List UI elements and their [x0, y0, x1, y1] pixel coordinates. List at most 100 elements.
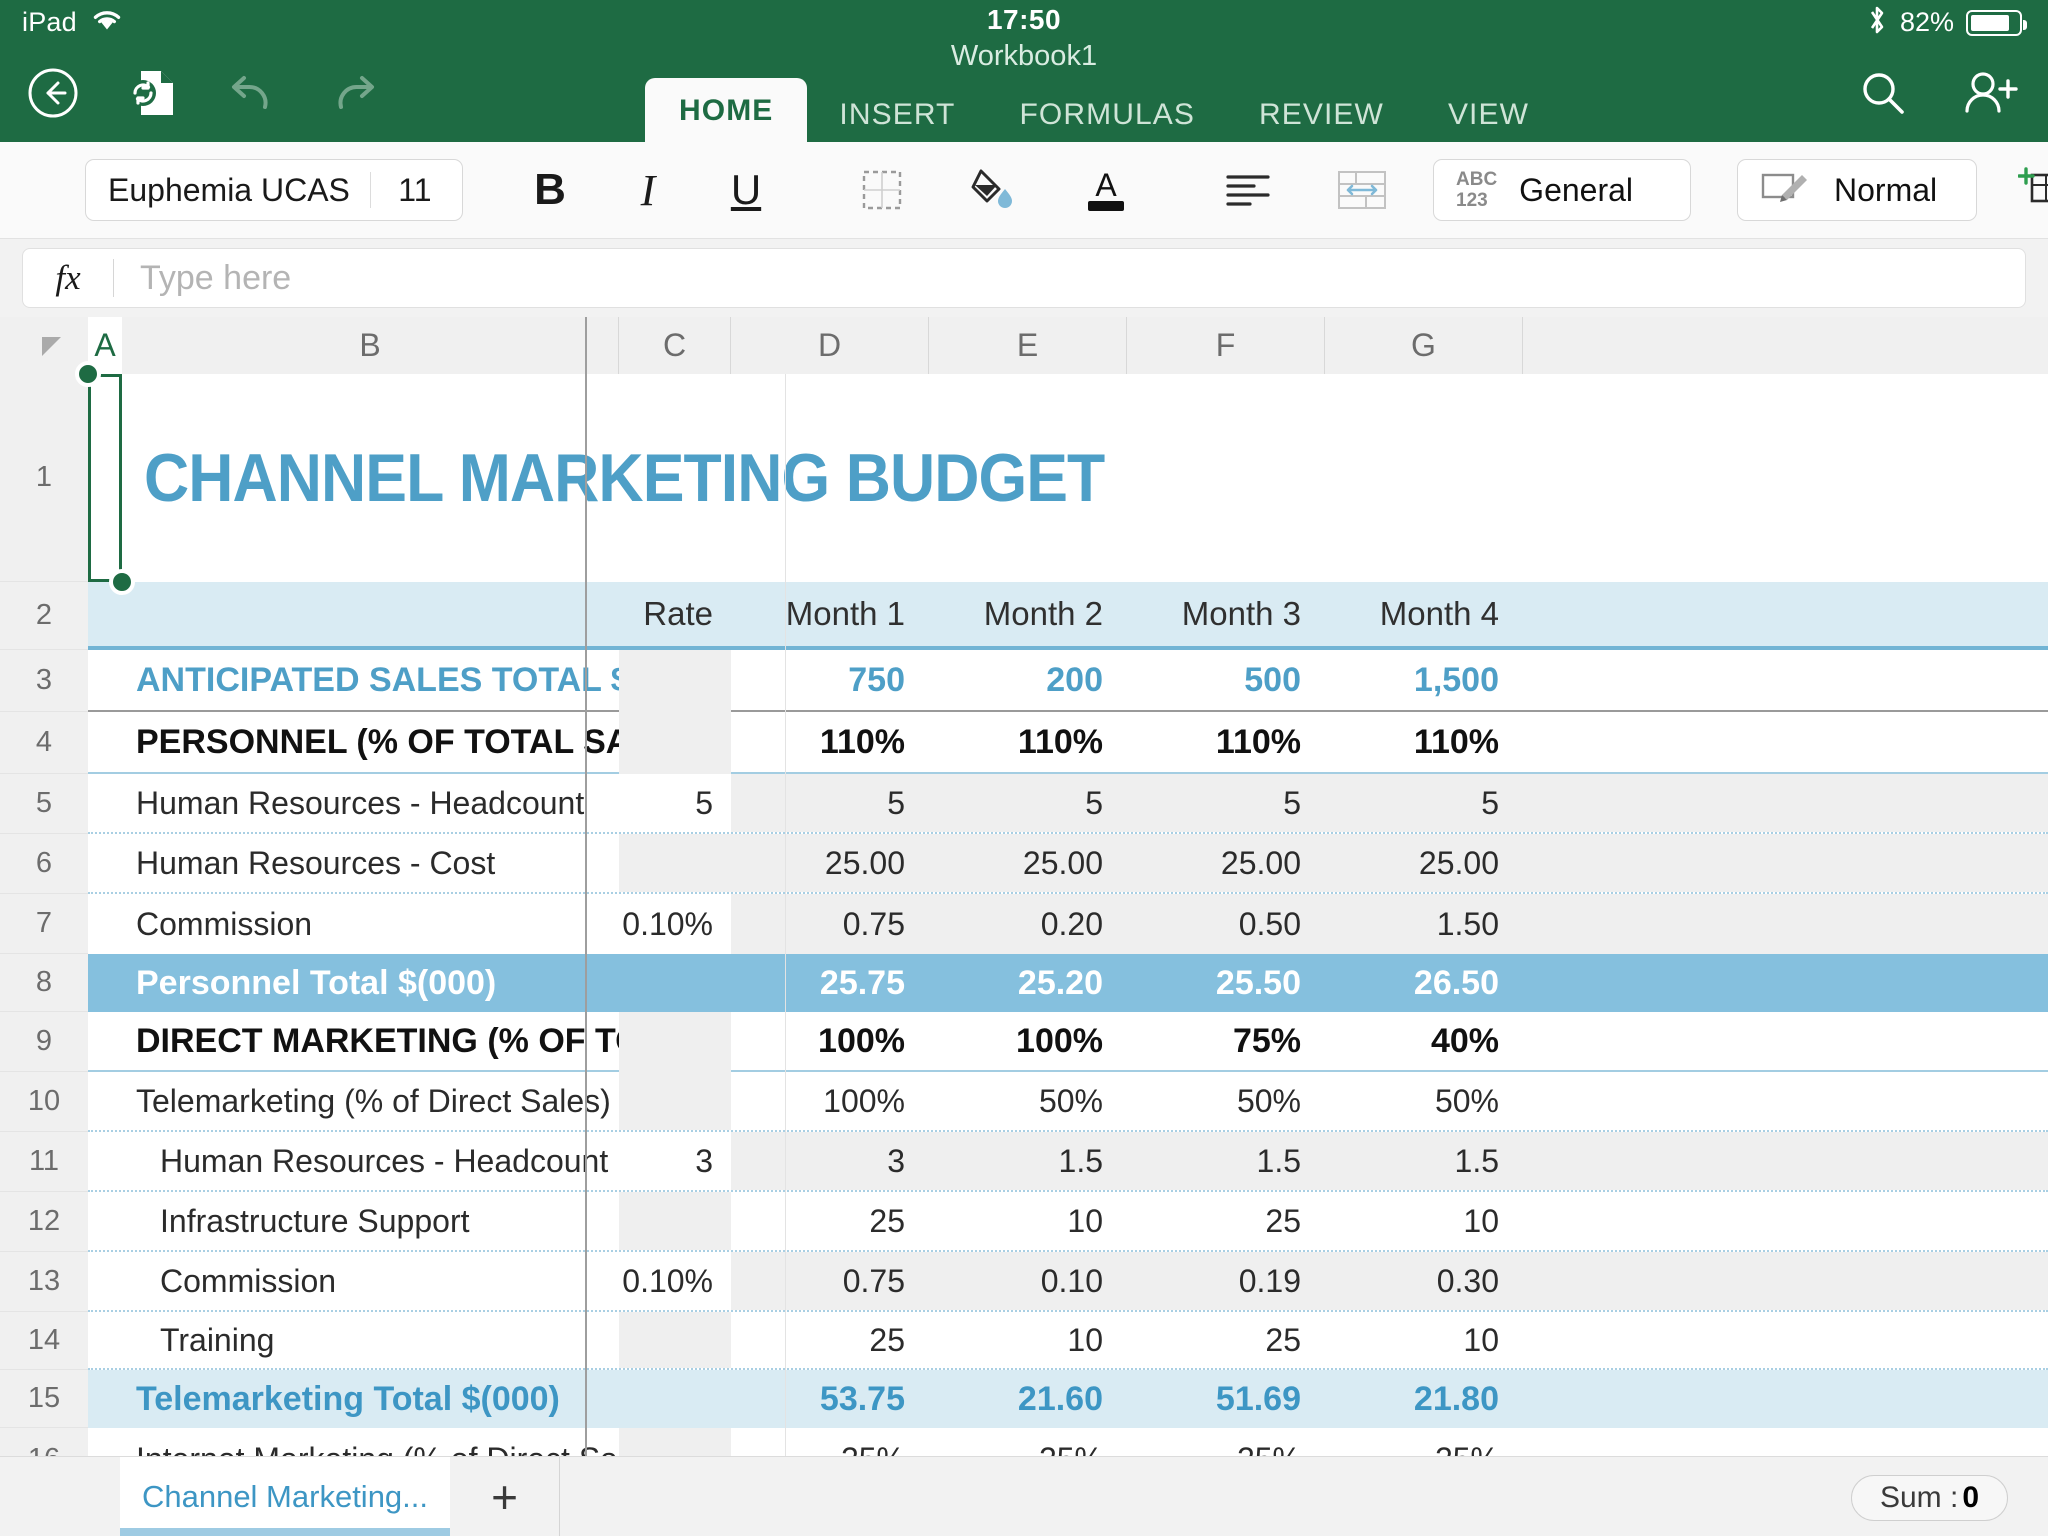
row-header-14[interactable]: 14: [0, 1312, 88, 1370]
cell-f8[interactable]: 25.50: [1127, 954, 1325, 1012]
cell-c2[interactable]: Rate: [619, 582, 731, 646]
cell-c10[interactable]: [619, 1072, 731, 1130]
formula-input[interactable]: Type here: [114, 259, 291, 298]
row-header-11[interactable]: 11: [0, 1132, 88, 1192]
align-left-icon[interactable]: [1213, 155, 1283, 225]
cell-f14[interactable]: 25: [1127, 1312, 1325, 1368]
sheet-tab-channel-marketing[interactable]: Channel Marketing...: [120, 1457, 450, 1536]
sheet-row-12[interactable]: Infrastructure Support 25 10 25 10: [88, 1192, 2048, 1252]
cell-f7[interactable]: 0.50: [1127, 894, 1325, 954]
search-icon[interactable]: [1852, 62, 1914, 124]
cell-b6[interactable]: Human Resources - Cost: [122, 834, 619, 892]
cell-g11[interactable]: 1.5: [1325, 1132, 1523, 1190]
cell-h5[interactable]: [1523, 774, 2048, 832]
cell-style-selector[interactable]: Normal: [1737, 159, 1977, 221]
cell-g7[interactable]: 1.50: [1325, 894, 1523, 954]
sheet-row-8[interactable]: Personnel Total $(000) 25.75 25.20 25.50…: [88, 954, 2048, 1012]
borders-icon[interactable]: [847, 155, 917, 225]
font-name-value[interactable]: Euphemia UCAS: [86, 172, 370, 209]
cell-f15[interactable]: 51.69: [1127, 1370, 1325, 1428]
cell-a8[interactable]: [88, 954, 122, 1012]
cell-d10[interactable]: 100%: [731, 1072, 929, 1130]
cell-h15[interactable]: [1523, 1370, 2048, 1428]
cell-d9[interactable]: 100%: [731, 1012, 929, 1070]
cell-c11[interactable]: 3: [619, 1132, 731, 1190]
cell-e5[interactable]: 5: [929, 774, 1127, 832]
cell-g12[interactable]: 10: [1325, 1192, 1523, 1250]
cell-g10[interactable]: 50%: [1325, 1072, 1523, 1130]
cell-b4[interactable]: PERSONNEL (% OF TOTAL SALES): [122, 712, 619, 772]
cell-b1[interactable]: CHANNEL MARKETING BUDGET: [122, 374, 2048, 582]
row-header-4[interactable]: 4: [0, 712, 88, 774]
cell-g8[interactable]: 26.50: [1325, 954, 1523, 1012]
column-header-g[interactable]: G: [1325, 317, 1523, 374]
cell-selection-box[interactable]: [88, 374, 122, 582]
sheet-row-11[interactable]: Human Resources - Headcount 3 3 1.5 1.5 …: [88, 1132, 2048, 1192]
cell-g3[interactable]: 1,500: [1325, 650, 1523, 710]
cell-g6[interactable]: 25.00: [1325, 834, 1523, 892]
tab-home[interactable]: HOME: [645, 78, 808, 150]
sheet-row-9[interactable]: DIRECT MARKETING (% OF TOTAL SALES 100% …: [88, 1012, 2048, 1072]
cell-f4[interactable]: 110%: [1127, 712, 1325, 772]
cell-c3[interactable]: [619, 650, 731, 712]
cell-a12[interactable]: [88, 1192, 122, 1250]
sheet-row-3[interactable]: ANTICIPATED SALES TOTAL $(000) 750 200 5…: [88, 650, 2048, 712]
cell-d3[interactable]: 750: [731, 650, 929, 710]
cell-h14[interactable]: [1523, 1312, 2048, 1368]
cell-h9[interactable]: [1523, 1012, 2048, 1070]
cell-f10[interactable]: 50%: [1127, 1072, 1325, 1130]
cell-e13[interactable]: 0.10: [929, 1252, 1127, 1310]
cell-h3[interactable]: [1523, 650, 2048, 710]
redo-icon[interactable]: [322, 62, 384, 124]
cell-f12[interactable]: 25: [1127, 1192, 1325, 1250]
cell-c8[interactable]: [619, 954, 731, 1012]
font-size-value[interactable]: 11: [371, 172, 459, 209]
cell-c13[interactable]: 0.10%: [619, 1252, 731, 1310]
tab-formulas[interactable]: FORMULAS: [987, 82, 1227, 150]
cell-d14[interactable]: 25: [731, 1312, 929, 1368]
fx-icon[interactable]: fx: [23, 258, 113, 298]
cell-f6[interactable]: 25.00: [1127, 834, 1325, 892]
cell-d6[interactable]: 25.00: [731, 834, 929, 892]
cell-b15[interactable]: Telemarketing Total $(000): [122, 1370, 619, 1428]
cell-h13[interactable]: [1523, 1252, 2048, 1310]
sheet-row-13[interactable]: Commission 0.10% 0.75 0.10 0.19 0.30: [88, 1252, 2048, 1312]
file-sync-icon[interactable]: [122, 62, 184, 124]
bold-button[interactable]: B: [515, 155, 585, 225]
cell-f9[interactable]: 75%: [1127, 1012, 1325, 1070]
cell-b7[interactable]: Commission: [122, 894, 619, 954]
sheet-row-1[interactable]: CHANNEL MARKETING BUDGET: [88, 374, 2048, 582]
cell-a6[interactable]: [88, 834, 122, 892]
number-format-selector[interactable]: ABC 123 General: [1433, 159, 1691, 221]
row-header-7[interactable]: 7: [0, 894, 88, 954]
cell-a13[interactable]: [88, 1252, 122, 1310]
cell-b12[interactable]: Infrastructure Support: [122, 1192, 619, 1250]
column-header-e[interactable]: E: [929, 317, 1127, 374]
cell-h7[interactable]: [1523, 894, 2048, 954]
select-all-corner[interactable]: [0, 317, 88, 374]
cell-e11[interactable]: 1.5: [929, 1132, 1127, 1190]
cell-e3[interactable]: 200: [929, 650, 1127, 710]
undo-icon[interactable]: [222, 62, 284, 124]
cell-c7[interactable]: 0.10%: [619, 894, 731, 954]
cell-g9[interactable]: 40%: [1325, 1012, 1523, 1070]
cell-b13[interactable]: Commission: [122, 1252, 619, 1310]
row-header-15[interactable]: 15: [0, 1370, 88, 1428]
cell-h11[interactable]: [1523, 1132, 2048, 1190]
cell-d7[interactable]: 0.75: [731, 894, 929, 954]
row-header-1[interactable]: 1: [0, 374, 88, 582]
cell-d15[interactable]: 53.75: [731, 1370, 929, 1428]
font-color-icon[interactable]: A: [1071, 155, 1141, 225]
insert-delete-cells-icon[interactable]: [2011, 155, 2048, 225]
cell-c5[interactable]: 5: [619, 774, 731, 832]
cell-c12[interactable]: [619, 1192, 731, 1250]
column-header-b[interactable]: B: [122, 317, 619, 374]
cell-h2[interactable]: [1523, 582, 2048, 646]
cell-e12[interactable]: 10: [929, 1192, 1127, 1250]
cell-f5[interactable]: 5: [1127, 774, 1325, 832]
row-header-2[interactable]: 2: [0, 582, 88, 650]
font-selector[interactable]: Euphemia UCAS 11: [85, 159, 463, 221]
sheet-row-4[interactable]: PERSONNEL (% OF TOTAL SALES) 110% 110% 1…: [88, 712, 2048, 774]
cell-d13[interactable]: 0.75: [731, 1252, 929, 1310]
cell-c4[interactable]: [619, 712, 731, 774]
